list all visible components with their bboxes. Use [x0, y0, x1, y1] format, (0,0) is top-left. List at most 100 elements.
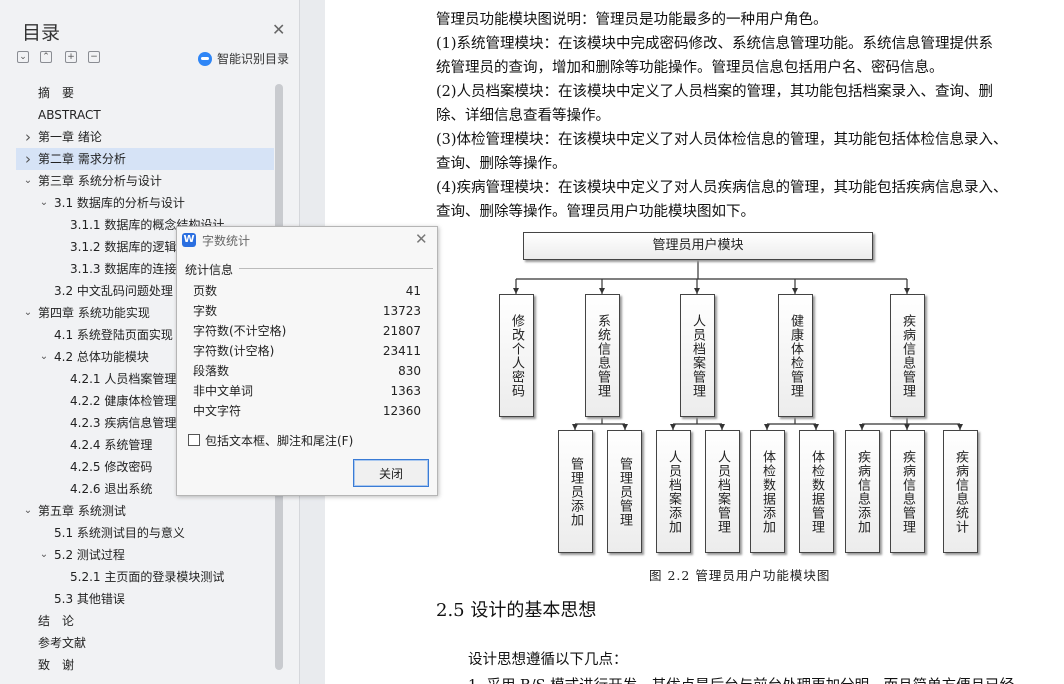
chevron-down-icon[interactable]: ⌄	[22, 500, 34, 522]
stat-value: 41	[405, 284, 421, 298]
toc-item-label: 5.1 系统测试目的与意义	[54, 526, 185, 540]
toc-item[interactable]: 致 谢	[16, 654, 274, 676]
collapse-all-icon[interactable]: ⌄	[17, 51, 29, 63]
chevron-down-icon[interactable]: ⌄	[22, 302, 34, 324]
close-button[interactable]: 关闭	[353, 459, 429, 487]
diagram-module-box: 系统信息管理	[585, 294, 620, 417]
chevron-down-icon[interactable]: ⌄	[38, 346, 50, 368]
toc-item[interactable]: › 第二章 需求分析	[16, 148, 274, 170]
word-count-dialog: W 字数统计 ✕ 统计信息 页数 41 字数 13723 字符数(不计空格) 2180…	[176, 226, 438, 496]
toc-item[interactable]: ⌄ 5.2 测试过程	[16, 544, 274, 566]
stat-row: 字符数(计空格) 23411	[193, 341, 421, 361]
toc-item-label: 第一章 绪论	[38, 130, 102, 144]
diagram-leaf-box: 管理员添加	[558, 430, 593, 553]
paragraph: 查询、删除等操作。管理员用户功能模块图如下。	[436, 204, 755, 220]
stat-value: 13723	[382, 304, 421, 318]
stat-value: 830	[398, 364, 421, 378]
toc-item-label: ABSTRACT	[38, 108, 101, 122]
toc-item[interactable]: 摘 要	[16, 82, 274, 104]
toc-item-label: 第四章 系统功能实现	[38, 306, 150, 320]
paragraph: 查询、删除等操作。	[436, 156, 567, 172]
add-heading-icon[interactable]: +	[65, 51, 77, 63]
stat-value: 21807	[382, 324, 421, 338]
figure-caption: 图 2.2 管理员用户功能模块图	[649, 568, 831, 583]
smart-toc-button[interactable]: 智能识别目录	[198, 50, 289, 67]
stat-label: 字符数(不计空格)	[193, 324, 287, 338]
stat-value: 1363	[390, 384, 421, 398]
toc-item-label: 4.1 系统登陆页面实现	[54, 328, 173, 342]
paragraph: 1. 采用 B/S 模式进行开发，其优点是后台与前台处理更加分明，而且简单方便且…	[468, 674, 1014, 684]
toc-item-label: 5.2.1 主页面的登录模块测试	[70, 570, 225, 584]
paragraph: 除、详细信息查看等操作。	[436, 108, 610, 124]
diagram-leaf-box: 体检数据管理	[799, 430, 834, 553]
toc-item-label: 4.2 总体功能模块	[54, 350, 149, 364]
stat-label: 非中文单词	[193, 384, 254, 398]
stat-row: 非中文单词 1363	[193, 381, 421, 401]
chevron-down-icon[interactable]: ⌄	[38, 544, 50, 566]
toc-item-label: 参考文献	[38, 636, 87, 650]
stat-row: 段落数 830	[193, 361, 421, 381]
toc-item-label: 4.2.4 系统管理	[70, 438, 153, 452]
diagram-leaf-box: 体检数据添加	[750, 430, 785, 553]
diagram-leaf-box: 疾病信息添加	[845, 430, 880, 553]
toc-item-label: 摘 要	[38, 86, 75, 100]
stat-row: 中文字符 12360	[193, 401, 421, 421]
diagram-module-box: 人员档案管理	[680, 294, 715, 417]
paragraph: (1)系统管理模块：在该模块中完成密码修改、系统信息管理功能。系统信息管理提供系	[436, 36, 994, 52]
chevron-down-icon[interactable]: ⌄	[38, 192, 50, 214]
include-textbox-label[interactable]: 包括文本框、脚注和尾注(F)	[205, 432, 353, 449]
group-divider	[239, 268, 433, 269]
chevron-right-icon[interactable]: ›	[22, 148, 34, 170]
stat-label: 段落数	[193, 364, 230, 378]
toc-title: 目录	[22, 22, 61, 44]
toc-item[interactable]: 结 论	[16, 610, 274, 632]
toc-item[interactable]: 5.3 其他错误	[16, 588, 274, 610]
paragraph: 设计思想遵循以下几点：	[468, 652, 628, 668]
stat-label: 页数	[193, 284, 218, 298]
diagram-leaf-box: 人员档案管理	[705, 430, 740, 553]
toc-item-label: 4.2.5 修改密码	[70, 460, 153, 474]
toc-item[interactable]: 5.2.1 主页面的登录模块测试	[16, 566, 274, 588]
stat-value: 23411	[382, 344, 421, 358]
remove-heading-icon[interactable]: −	[88, 51, 100, 63]
diagram-leaf-box: 管理员管理	[607, 430, 642, 553]
toc-item-label: 4.2.2 健康体检管理	[70, 394, 177, 408]
stat-label: 字符数(计空格)	[193, 344, 275, 358]
section-heading: 2.5 设计的基本思想	[436, 600, 597, 621]
dialog-close-icon[interactable]: ✕	[415, 230, 428, 248]
toc-item-label: 致 谢	[38, 658, 75, 672]
toc-item-label: 4.2.3 疾病信息管理	[70, 416, 177, 430]
toc-item[interactable]: ⌄ 3.1 数据库的分析与设计	[16, 192, 274, 214]
chevron-down-icon[interactable]: ⌄	[22, 170, 34, 192]
toc-item-label: 3.2 中文乱码问题处理	[54, 284, 173, 298]
diagram-leaf-box: 疾病信息管理	[890, 430, 925, 553]
toc-close-icon[interactable]: ✕	[272, 20, 285, 39]
stat-row: 字符数(不计空格) 21807	[193, 321, 421, 341]
chevron-right-icon[interactable]: ›	[22, 126, 34, 148]
toc-item-label: 4.2.1 人员档案管理	[70, 372, 177, 386]
stat-label: 中文字符	[193, 404, 242, 418]
toc-item-label: 第五章 系统测试	[38, 504, 126, 518]
smart-toc-label: 智能识别目录	[217, 52, 290, 66]
toc-item-label: 4.2.6 退出系统	[70, 482, 153, 496]
include-textbox-checkbox[interactable]	[188, 434, 200, 446]
toc-item-label: 5.3 其他错误	[54, 592, 125, 606]
smart-recognize-icon	[198, 51, 212, 66]
toc-item-label: 第三章 系统分析与设计	[38, 174, 162, 188]
toc-item-label: 5.2 测试过程	[54, 548, 125, 562]
paragraph: (2)人员档案模块：在该模块中定义了人员档案的管理，其功能包括档案录入、查询、删	[436, 84, 994, 100]
toc-item[interactable]: 参考文献	[16, 632, 274, 654]
stat-value: 12360	[382, 404, 421, 418]
expand-all-icon[interactable]: ⌃	[40, 51, 52, 63]
stats-group-label: 统计信息	[185, 263, 234, 277]
toc-item[interactable]: › 第一章 绪论	[16, 126, 274, 148]
toc-item[interactable]: 5.1 系统测试目的与意义	[16, 522, 274, 544]
toc-item-label: 第二章 需求分析	[38, 152, 126, 166]
diagram-root-box: 管理员用户模块	[523, 232, 873, 260]
toc-item[interactable]: ABSTRACT	[16, 104, 274, 126]
toc-item[interactable]: ⌄ 第五章 系统测试	[16, 500, 274, 522]
dialog-title: 字数统计	[202, 234, 251, 248]
stat-row: 页数 41	[193, 281, 421, 301]
stat-label: 字数	[193, 304, 218, 318]
toc-item[interactable]: ⌄ 第三章 系统分析与设计	[16, 170, 274, 192]
